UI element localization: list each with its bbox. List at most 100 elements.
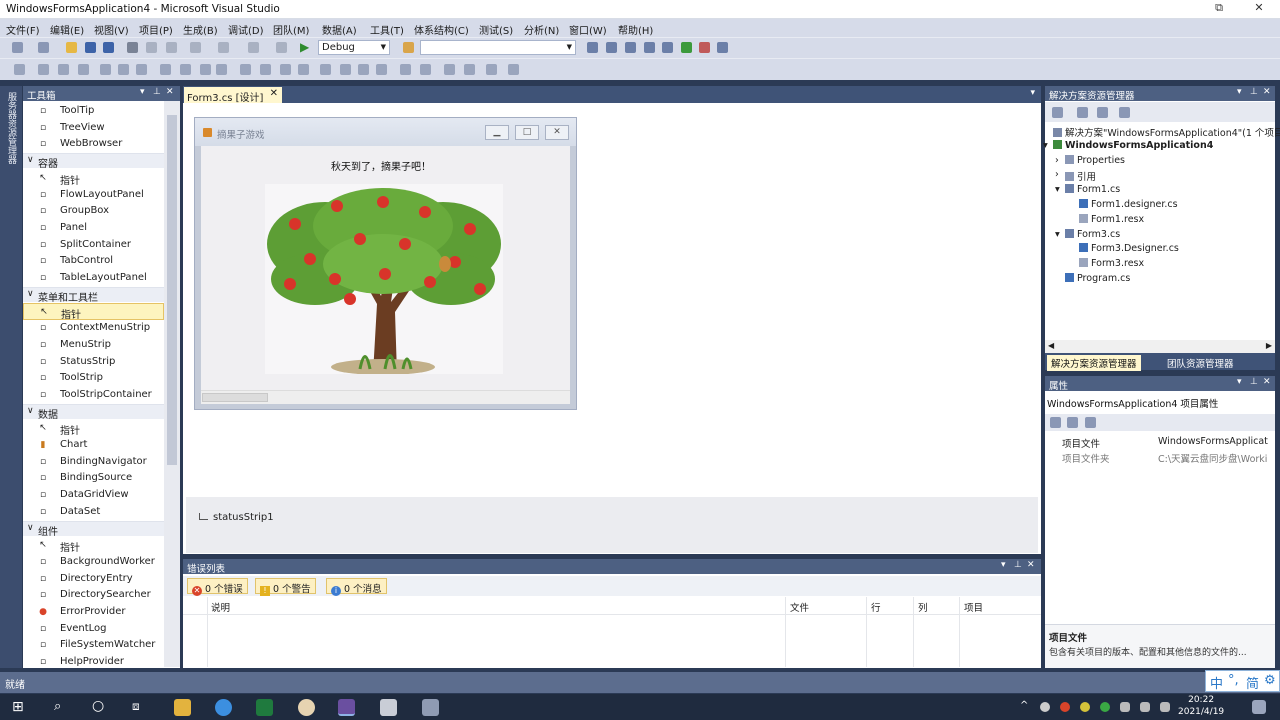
close-icon[interactable]: ✕ <box>1263 377 1271 387</box>
errors-filter-button[interactable]: ✕ 0 个错误 <box>187 578 248 596</box>
tab-team-explorer[interactable]: 团队资源管理器 <box>1163 355 1238 371</box>
toolbox-item[interactable]: ▫ ToolStrip <box>23 370 164 387</box>
menu-test[interactable]: 测试(S) <box>479 22 513 37</box>
solution-explorer-icon[interactable] <box>587 42 598 53</box>
dropdown-icon[interactable]: ▾ <box>1237 377 1242 387</box>
toolbox-item[interactable]: ▫ EventLog <box>23 621 164 638</box>
tree-node[interactable]: Form1.resx <box>1079 213 1144 225</box>
toolbox-item[interactable]: ▫ TabControl <box>23 253 164 270</box>
messages-filter-button[interactable]: i0 个消息 <box>326 578 387 596</box>
tray-icon[interactable] <box>1080 702 1090 712</box>
toolbox-item[interactable]: ▫ TreeView <box>23 120 164 137</box>
expand-icon[interactable]: ▾ <box>1055 184 1060 195</box>
column-description[interactable]: 说明 <box>211 600 230 614</box>
battery-icon[interactable] <box>1140 702 1150 712</box>
toolbox-item[interactable]: ▫ HelpProvider <box>23 654 164 671</box>
show-all-files-icon[interactable] <box>1077 107 1088 118</box>
properties-object-select[interactable]: WindowsFormsApplication4 项目属性 <box>1047 396 1273 412</box>
dropdown-icon[interactable]: ▾ <box>140 87 145 97</box>
toolbox-item[interactable]: ▫ BindingSource <box>23 470 164 487</box>
toolbox-item[interactable]: ▫ FlowLayoutPanel <box>23 187 164 204</box>
start-page-icon[interactable] <box>681 42 692 53</box>
redo-icon[interactable] <box>218 42 229 53</box>
ime-toolbar[interactable]: 中 °, 简 ⚙ <box>1205 670 1280 692</box>
cortana-icon[interactable]: ○ <box>92 698 104 714</box>
file-explorer-icon[interactable] <box>174 699 191 716</box>
menu-view[interactable]: 视图(V) <box>94 22 129 37</box>
find-icon[interactable] <box>403 42 414 53</box>
toolbox-item[interactable]: ▫ DirectoryEntry <box>23 571 164 588</box>
make-same-size-icon[interactable] <box>200 64 211 75</box>
save-all-icon[interactable] <box>103 42 114 53</box>
tree-node[interactable]: ▾ Form1.cs <box>1055 184 1120 195</box>
column-column[interactable]: 列 <box>918 600 928 614</box>
tree-node[interactable]: Form1.designer.cs <box>1079 199 1178 210</box>
menu-analyze[interactable]: 分析(N) <box>524 22 559 37</box>
property-row[interactable]: 项目文件夹 C:\天翼云盘同步盘\Worki <box>1045 449 1275 465</box>
expand-icon[interactable]: ▾ <box>1043 140 1048 151</box>
lock-controls-icon[interactable] <box>508 64 519 75</box>
make-same-width-icon[interactable] <box>160 64 171 75</box>
toolbox-group-header[interactable]: ∨ 容器 <box>23 153 164 170</box>
tray-icon[interactable] <box>1040 702 1050 712</box>
pin-icon[interactable]: ⊥ <box>1014 560 1022 570</box>
tree-node[interactable]: › 引用 <box>1055 169 1096 183</box>
search-icon[interactable]: ⌕ <box>54 699 61 714</box>
object-browser-icon[interactable] <box>625 42 636 53</box>
tab-solution-explorer[interactable]: 解决方案资源管理器 <box>1047 355 1141 371</box>
ime-width[interactable]: 简 <box>1246 673 1259 692</box>
toolbox-item[interactable]: ↖ 指针 <box>23 420 164 437</box>
close-icon[interactable]: ✕ <box>166 87 174 97</box>
alphabetical-icon[interactable] <box>1067 417 1078 428</box>
send-to-back-icon[interactable] <box>464 64 475 75</box>
scroll-thumb[interactable] <box>167 115 177 465</box>
scroll-thumb[interactable] <box>202 393 268 402</box>
ime-punctuation[interactable]: °, <box>1228 673 1239 688</box>
tree-node[interactable]: ▾ Form3.cs <box>1055 228 1120 240</box>
menu-file[interactable]: 文件(F) <box>6 22 40 37</box>
cut-icon[interactable] <box>127 42 138 53</box>
menu-architecture[interactable]: 体系结构(C) <box>414 22 469 37</box>
save-icon[interactable] <box>85 42 96 53</box>
close-tab-icon[interactable]: ✕ <box>270 88 278 99</box>
toolbox-group-header[interactable]: ∨ 数据 <box>23 403 164 421</box>
align-bottoms-icon[interactable] <box>136 64 147 75</box>
find-combo[interactable]: ▼ <box>420 40 576 55</box>
properties-icon[interactable] <box>1052 107 1063 118</box>
scroll-right-icon[interactable]: ▶ <box>1266 341 1272 350</box>
h-spacing-increase-icon[interactable] <box>260 64 271 75</box>
tree-node[interactable]: Form3.resx <box>1079 258 1144 269</box>
app-icon[interactable] <box>422 699 439 716</box>
tree-node[interactable]: Program.cs <box>1065 273 1130 284</box>
form-hscrollbar[interactable] <box>201 390 570 404</box>
toolbox-item[interactable]: ↖ 指针 <box>23 170 164 187</box>
pin-icon[interactable]: ⊥ <box>1250 87 1258 97</box>
tray-icon[interactable] <box>1060 702 1070 712</box>
toolbox-item[interactable]: ▫ BackgroundWorker <box>23 554 164 571</box>
toolbox-item[interactable]: ▫ GroupBox <box>23 203 164 220</box>
menu-edit[interactable]: 编辑(E) <box>50 22 84 37</box>
column-project[interactable]: 项目 <box>964 600 983 614</box>
view-class-diagram-icon[interactable] <box>1119 107 1130 118</box>
toolbox-item[interactable]: ▫ TableLayoutPanel <box>23 270 164 287</box>
toolbox-item[interactable]: ▫ DirectorySearcher <box>23 587 164 604</box>
toolbox-item[interactable]: ▫ MenuStrip <box>23 337 164 354</box>
refresh-icon[interactable] <box>1097 107 1108 118</box>
align-centers-icon[interactable] <box>58 64 69 75</box>
center-vertically-icon[interactable] <box>420 64 431 75</box>
tree-node[interactable]: › Properties <box>1055 154 1125 166</box>
tree-node[interactable]: 解决方案"WindowsFormsApplication4"(1 个项目) <box>1053 125 1280 139</box>
collapse-icon[interactable]: › <box>1055 155 1059 166</box>
column-file[interactable]: 文件 <box>790 600 809 614</box>
extension-manager-icon[interactable] <box>662 42 673 53</box>
toolbox-item[interactable]: ▫ Panel <box>23 220 164 237</box>
toolbox-item[interactable]: ● ErrorProvider <box>23 604 164 621</box>
command-window-icon[interactable] <box>717 42 728 53</box>
align-to-grid-icon[interactable] <box>14 64 25 75</box>
start-debug-icon[interactable]: ▶ <box>300 40 309 54</box>
tab-form3-designer[interactable]: Form3.cs [设计] ✕ <box>184 87 282 104</box>
bring-to-front-icon[interactable] <box>444 64 455 75</box>
toolbox-item[interactable]: ▫ DataSet <box>23 504 164 521</box>
menu-data[interactable]: 数据(A) <box>322 22 357 37</box>
undo-icon[interactable] <box>190 42 201 53</box>
